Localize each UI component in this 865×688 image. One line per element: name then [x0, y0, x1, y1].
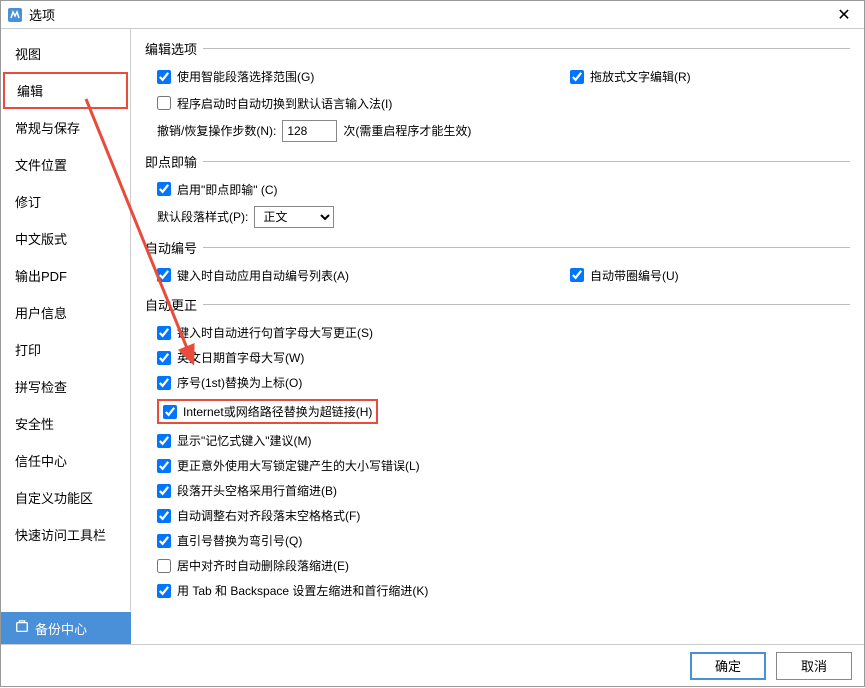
checkbox-ac-7[interactable]: 自动调整右对齐段落末空格格式(F) [157, 507, 360, 524]
checkbox-input-smart-paragraph[interactable] [157, 70, 171, 84]
backup-label: 备份中心 [35, 619, 87, 638]
cancel-button[interactable]: 取消 [776, 652, 852, 680]
group-edit-options: 编辑选项 使用智能段落选择范围(G) 拖放式文字编辑(R) [145, 39, 850, 146]
checkbox-enable-click-type[interactable]: 启用"即点即输" (C) [157, 181, 278, 198]
legend-auto-correct: 自动更正 [145, 295, 203, 314]
label-auto-circle: 自动带圈编号(U) [590, 267, 679, 284]
backup-row: 备份中心 [1, 612, 864, 644]
checkbox-input-ac-7[interactable] [157, 509, 171, 523]
checkbox-input-auto-ime[interactable] [157, 96, 171, 110]
sidebar-item-security[interactable]: 安全性 [1, 405, 130, 442]
ok-button[interactable]: 确定 [690, 652, 766, 680]
titlebar: 选项 ✕ [1, 1, 864, 29]
checkbox-ac-2[interactable]: 序号(1st)替换为上标(O) [157, 374, 302, 391]
checkbox-ac-8[interactable]: 直引号替换为弯引号(Q) [157, 532, 302, 549]
checkbox-input-drag-edit[interactable] [570, 70, 584, 84]
label-ac-3: Internet或网络路径替换为超链接(H) [183, 403, 372, 420]
window-title: 选项 [29, 5, 830, 24]
label-ac-0: 键入时自动进行句首字母大写更正(S) [177, 324, 373, 341]
checkbox-auto-circle[interactable]: 自动带圈编号(U) [570, 267, 679, 284]
label-ac-7: 自动调整右对齐段落末空格格式(F) [177, 507, 360, 524]
checkbox-ac-3[interactable]: Internet或网络路径替换为超链接(H) [163, 403, 372, 420]
label-smart-paragraph: 使用智能段落选择范围(G) [177, 68, 314, 85]
checkbox-input-apply-auto-list[interactable] [157, 268, 171, 282]
sidebar-item-revision[interactable]: 修订 [1, 183, 130, 220]
label-ac-9: 居中对齐时自动删除段落缩进(E) [177, 557, 349, 574]
label-ac-10: 用 Tab 和 Backspace 设置左缩进和首行缩进(K) [177, 582, 428, 599]
sidebar-item-general-save[interactable]: 常规与保存 [1, 109, 130, 146]
label-ac-8: 直引号替换为弯引号(Q) [177, 532, 302, 549]
sidebar-item-view[interactable]: 视图 [1, 35, 130, 72]
checkbox-input-ac-0[interactable] [157, 326, 171, 340]
label-apply-auto-list: 键入时自动应用自动编号列表(A) [177, 267, 349, 284]
checkbox-ac-1[interactable]: 英文日期首字母大写(W) [157, 349, 304, 366]
checkbox-input-ac-1[interactable] [157, 351, 171, 365]
checkbox-ac-0[interactable]: 键入时自动进行句首字母大写更正(S) [157, 324, 373, 341]
label-ac-1: 英文日期首字母大写(W) [177, 349, 304, 366]
checkbox-drag-edit[interactable]: 拖放式文字编辑(R) [570, 68, 691, 85]
sidebar-item-spell-check[interactable]: 拼写检查 [1, 368, 130, 405]
checkbox-input-enable-click-type[interactable] [157, 182, 171, 196]
checkbox-input-ac-8[interactable] [157, 534, 171, 548]
label-undo-steps: 撤销/恢复操作步数(N): [157, 122, 276, 139]
label-default-style: 默认段落样式(P): [157, 208, 248, 225]
group-cut-paste: 剪切和粘贴选项 … [145, 609, 850, 611]
group-auto-correct: 自动更正 键入时自动进行句首字母大写更正(S) 英文日期首字母大写(W) [145, 295, 850, 603]
backup-center-button[interactable]: 备份中心 [1, 612, 131, 644]
select-default-style[interactable]: 正文 [254, 206, 334, 228]
sidebar-item-user-info[interactable]: 用户信息 [1, 294, 130, 331]
label-auto-ime: 程序启动时自动切换到默认语言输入法(I) [177, 95, 392, 112]
close-button[interactable]: ✕ [830, 5, 858, 25]
checkbox-ac-6[interactable]: 段落开头空格采用行首缩进(B) [157, 482, 337, 499]
checkbox-ac-10[interactable]: 用 Tab 和 Backspace 设置左缩进和首行缩进(K) [157, 582, 428, 599]
app-icon [7, 7, 23, 23]
legend-auto-number: 自动编号 [145, 238, 203, 257]
legend-cut-paste: 剪切和粘贴选项 [145, 609, 242, 611]
highlighted-hyperlink-option: Internet或网络路径替换为超链接(H) [157, 399, 378, 424]
checkbox-input-auto-circle[interactable] [570, 268, 584, 282]
input-undo-steps[interactable] [282, 120, 337, 142]
options-dialog: 选项 ✕ 视图 编辑 常规与保存 文件位置 修订 中文版式 输出PDF 用户信息… [0, 0, 865, 687]
content-panel: 编辑选项 使用智能段落选择范围(G) 拖放式文字编辑(R) [131, 29, 864, 611]
label-enable-click-type: 启用"即点即输" (C) [177, 181, 278, 198]
group-auto-number: 自动编号 键入时自动应用自动编号列表(A) 自动带圈编号(U) [145, 238, 850, 290]
checkbox-auto-ime[interactable]: 程序启动时自动切换到默认语言输入法(I) [157, 95, 392, 112]
checkbox-input-ac-9[interactable] [157, 559, 171, 573]
label-ac-4: 显示"记忆式键入"建议(M) [177, 432, 312, 449]
label-ac-5: 更正意外使用大写锁定键产生的大小写错误(L) [177, 457, 420, 474]
checkbox-smart-paragraph[interactable]: 使用智能段落选择范围(G) [157, 68, 314, 85]
bottom-bar: 备份中心 确定 取消 [1, 611, 864, 686]
label-undo-note: 次(需重启程序才能生效) [343, 122, 471, 139]
checkbox-input-ac-3[interactable] [163, 405, 177, 419]
sidebar-item-print[interactable]: 打印 [1, 331, 130, 368]
buttons-row: 确定 取消 [1, 644, 864, 686]
checkbox-ac-5[interactable]: 更正意外使用大写锁定键产生的大小写错误(L) [157, 457, 420, 474]
label-ac-2: 序号(1st)替换为上标(O) [177, 374, 302, 391]
legend-edit-options: 编辑选项 [145, 39, 203, 58]
legend-click-type: 即点即输 [145, 152, 203, 171]
checkbox-ac-4[interactable]: 显示"记忆式键入"建议(M) [157, 432, 312, 449]
backup-icon [15, 620, 29, 637]
sidebar-item-quick-toolbar[interactable]: 快速访问工具栏 [1, 516, 130, 553]
main-area: 视图 编辑 常规与保存 文件位置 修订 中文版式 输出PDF 用户信息 打印 拼… [1, 29, 864, 611]
sidebar-item-output-pdf[interactable]: 输出PDF [1, 257, 130, 294]
checkbox-apply-auto-list[interactable]: 键入时自动应用自动编号列表(A) [157, 267, 349, 284]
checkbox-input-ac-2[interactable] [157, 376, 171, 390]
sidebar-item-custom-ribbon[interactable]: 自定义功能区 [1, 479, 130, 516]
label-drag-edit: 拖放式文字编辑(R) [590, 68, 691, 85]
checkbox-input-ac-6[interactable] [157, 484, 171, 498]
group-click-type: 即点即输 启用"即点即输" (C) 默认段落样式(P): 正文 [145, 152, 850, 232]
checkbox-input-ac-5[interactable] [157, 459, 171, 473]
checkbox-input-ac-10[interactable] [157, 584, 171, 598]
label-ac-6: 段落开头空格采用行首缩进(B) [177, 482, 337, 499]
sidebar-item-trust-center[interactable]: 信任中心 [1, 442, 130, 479]
sidebar-item-file-location[interactable]: 文件位置 [1, 146, 130, 183]
checkbox-input-ac-4[interactable] [157, 434, 171, 448]
sidebar-item-edit[interactable]: 编辑 [3, 72, 128, 109]
sidebar-item-chinese-layout[interactable]: 中文版式 [1, 220, 130, 257]
checkbox-ac-9[interactable]: 居中对齐时自动删除段落缩进(E) [157, 557, 349, 574]
sidebar: 视图 编辑 常规与保存 文件位置 修订 中文版式 输出PDF 用户信息 打印 拼… [1, 29, 131, 611]
